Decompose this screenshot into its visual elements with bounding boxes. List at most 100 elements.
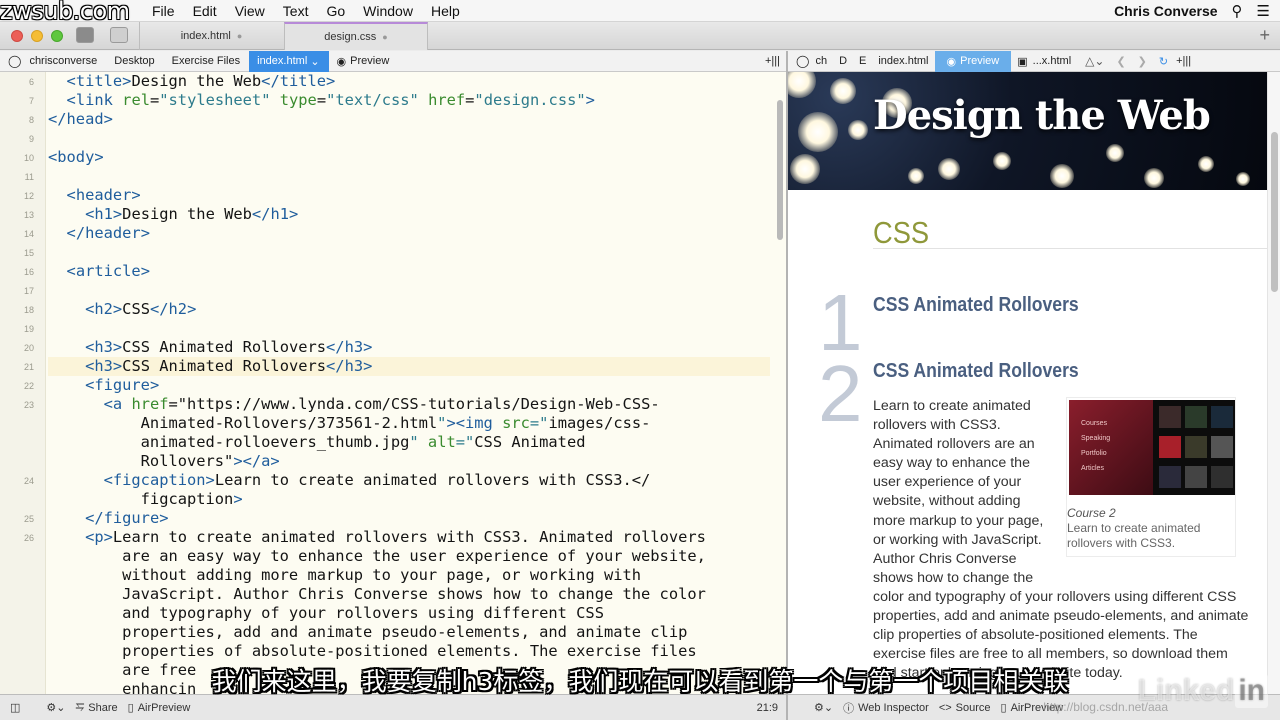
code-line[interactable]: </header> xyxy=(48,224,770,243)
menu-item-go[interactable]: Go xyxy=(317,3,354,19)
crumb-index-html[interactable]: index.html ⌄ xyxy=(249,50,329,72)
code-line[interactable]: <figure> xyxy=(48,376,770,395)
share-label: Share xyxy=(88,701,118,714)
code-line[interactable]: and typography of your rollovers using d… xyxy=(48,604,770,623)
sidebar-toggle-icon[interactable] xyxy=(110,27,128,43)
code-line[interactable]: Rollovers"></a> xyxy=(48,452,770,471)
device-icon[interactable]: △⌄ xyxy=(1085,54,1104,68)
code-line[interactable]: <figcaption>Learn to create animated rol… xyxy=(48,471,770,490)
sidebar-toggle-icon[interactable]: ◫ xyxy=(10,701,20,714)
code-editor[interactable]: 6 7 8 9 10 11 12 13 14 15 16 17 18 19 20 21 22 23 24 25 26 <… xyxy=(0,72,786,694)
crumb-desktop[interactable]: D xyxy=(833,51,853,72)
back-icon[interactable]: ❮ xyxy=(1116,55,1125,68)
code-line[interactable]: <header> xyxy=(48,186,770,205)
crumb-file[interactable]: ▣ ...x.html xyxy=(1011,51,1077,72)
item-number: 2 xyxy=(818,349,863,438)
code-line[interactable]: </head> xyxy=(48,110,770,129)
crumb-exercise-files[interactable]: Exercise Files xyxy=(164,51,249,72)
forward-icon[interactable]: ❯ xyxy=(1138,55,1147,68)
line-gutter: 6 7 8 9 10 11 12 13 14 15 16 17 18 19 20 21 22 23 24 25 26 xyxy=(0,72,46,694)
menu-item-help[interactable]: Help xyxy=(422,3,469,19)
cursor-position: 21:9 xyxy=(756,701,778,714)
tab-index-html[interactable]: index.html ● xyxy=(139,22,283,50)
code-line[interactable]: <a href="https://www.lynda.com/CSS-tutor… xyxy=(48,395,770,414)
split-pane-icon[interactable]: +||| xyxy=(765,55,780,67)
menu-item-edit[interactable]: Edit xyxy=(184,3,226,19)
crumb-index-html[interactable]: index.html xyxy=(872,51,934,72)
share-button[interactable]: ⥧ Share xyxy=(75,701,117,714)
code-line[interactable]: figcaption> xyxy=(48,490,770,509)
gear-icon[interactable]: ⚙⌄ xyxy=(46,701,65,714)
gear-icon[interactable]: ⚙⌄ xyxy=(814,701,833,714)
menu-item-window[interactable]: Window xyxy=(354,3,422,19)
minimize-window-icon[interactable] xyxy=(31,30,43,42)
line-number: 25 xyxy=(23,514,34,524)
code-line[interactable] xyxy=(48,319,770,338)
code-line[interactable]: animated-rolloevers_thumb.jpg" alt="CSS … xyxy=(48,433,770,452)
crumb-exercise-files[interactable]: E xyxy=(853,51,872,72)
new-tab-icon[interactable]: + xyxy=(1259,25,1270,46)
user-name[interactable]: Chris Converse xyxy=(1114,3,1217,19)
article-paragraph: Learn to create animated rollovers with … xyxy=(873,397,1253,683)
nav-circle-icon[interactable]: ◯ xyxy=(8,54,21,68)
code-line[interactable]: JavaScript. Author Chris Converse shows … xyxy=(48,585,770,604)
code-line[interactable]: properties of absolute-positioned elemen… xyxy=(48,642,770,661)
source-button[interactable]: <> Source xyxy=(939,702,991,714)
tab-design-css[interactable]: design.css ● xyxy=(284,22,428,50)
menu-item-text[interactable]: Text xyxy=(274,3,318,19)
code-line[interactable] xyxy=(48,243,770,262)
code-line[interactable]: without adding more markup to your page,… xyxy=(48,566,770,585)
tab-close-icon[interactable]: ● xyxy=(382,32,387,42)
zoom-window-icon[interactable] xyxy=(51,30,63,42)
code-line[interactable]: <title>Design the Web</title> xyxy=(48,72,770,91)
code-line[interactable] xyxy=(48,129,770,148)
line-number: 7 xyxy=(28,96,34,106)
preview-pane[interactable]: Design the Web CSS 1 2 CSS Animated Roll… xyxy=(788,72,1267,694)
menu-item-file[interactable]: File xyxy=(143,3,184,19)
line-number: 17 xyxy=(23,286,34,296)
crumb-user[interactable]: chrisconverse xyxy=(21,51,106,72)
airpreview-button[interactable]: ▯ AirPreview xyxy=(128,701,191,715)
hero-banner: Design the Web xyxy=(788,72,1267,190)
line-number: 21 xyxy=(23,362,34,372)
code-line[interactable]: <h3>CSS Animated Rollovers</h3> xyxy=(48,357,770,376)
line-number: 18 xyxy=(23,305,34,315)
code-line[interactable]: <body> xyxy=(48,148,770,167)
airpreview-label: AirPreview xyxy=(137,701,191,714)
spotlight-search-icon[interactable]: ⚲ xyxy=(1232,2,1243,20)
tab-close-icon[interactable]: ● xyxy=(237,31,242,41)
crumb-desktop[interactable]: Desktop xyxy=(106,51,163,72)
line-number: 19 xyxy=(23,324,34,334)
close-window-icon[interactable] xyxy=(11,30,23,42)
code-line[interactable] xyxy=(48,167,770,186)
code-line[interactable]: <link rel="stylesheet" type="text/css" h… xyxy=(48,91,770,110)
section-heading: CSS xyxy=(873,215,930,250)
preview-scrollbar[interactable] xyxy=(1267,72,1280,694)
code-line[interactable]: <p>Learn to create animated rollovers wi… xyxy=(48,528,770,547)
code-line[interactable]: properties, add and animate pseudo-eleme… xyxy=(48,623,770,642)
notification-list-icon[interactable]: ☰ xyxy=(1257,2,1270,20)
code-line[interactable]: <h1>Design the Web</h1> xyxy=(48,205,770,224)
split-pane-icon[interactable]: +||| xyxy=(1176,55,1191,67)
nav-circle-icon[interactable]: ◯ xyxy=(796,54,809,68)
code-line[interactable]: <h2>CSS</h2> xyxy=(48,300,770,319)
line-number: 14 xyxy=(23,229,34,239)
code-line[interactable]: <h3>CSS Animated Rollovers</h3> xyxy=(48,338,770,357)
code-line[interactable]: Animated-Rollovers/373561-2.html"><img s… xyxy=(48,414,770,433)
code-line[interactable]: are an easy way to enhance the user expe… xyxy=(48,547,770,566)
code-line[interactable] xyxy=(48,281,770,300)
web-inspector-button[interactable]: ⓘ Web Inspector xyxy=(843,700,929,716)
page-heading: Design the Web xyxy=(873,92,1211,139)
code-line[interactable]: </figure> xyxy=(48,509,770,528)
reload-icon[interactable]: ↻ xyxy=(1159,55,1168,68)
menu-bar: zwsub.com File Edit View Text Go Window … xyxy=(0,0,1280,25)
file-icon: ▣ xyxy=(1017,55,1028,68)
code-line[interactable]: <article> xyxy=(48,262,770,281)
watermark: zwsub.com xyxy=(0,0,130,25)
crumb-preview[interactable]: ◉ Preview xyxy=(934,50,1012,72)
menu-item-view[interactable]: View xyxy=(226,3,274,19)
crumb-user[interactable]: ch xyxy=(809,51,833,72)
sites-icon[interactable] xyxy=(76,27,94,43)
editor-scrollbar[interactable] xyxy=(777,100,783,240)
crumb-preview[interactable]: ◉ Preview xyxy=(329,51,399,72)
